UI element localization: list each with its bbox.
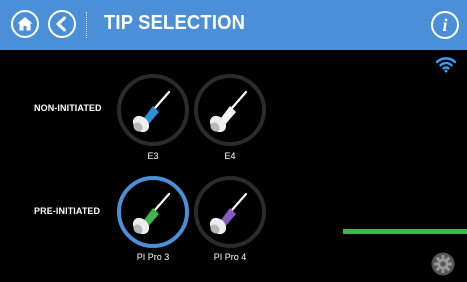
- tip-e4[interactable]: [194, 74, 266, 146]
- back-button[interactable]: [48, 10, 76, 38]
- row-label-pre-initiated: PRE-INITIATED: [34, 206, 101, 216]
- header-divider: [86, 12, 87, 38]
- tip-icon: [132, 90, 171, 133]
- tip-e3[interactable]: [117, 74, 189, 146]
- tip-label-e4: E4: [224, 151, 236, 161]
- tip-pi-pro-4[interactable]: [194, 176, 266, 248]
- tip-pi-pro-3[interactable]: [117, 176, 189, 248]
- tip-icon: [209, 90, 248, 133]
- tip-label-pi-pro-4: PI Pro 4: [213, 252, 247, 262]
- chevron-left-icon: [56, 16, 66, 32]
- gear-icon[interactable]: [431, 252, 455, 276]
- home-icon: [17, 17, 33, 31]
- row-label-non-initiated: NON-INITIATED: [34, 103, 102, 113]
- header-bar: TIP SELECTION i: [0, 0, 467, 50]
- tip-icon: [209, 192, 248, 235]
- wifi-icon: [435, 57, 457, 73]
- page-title: TIP SELECTION: [104, 12, 246, 34]
- info-icon: i: [442, 14, 448, 35]
- tip-icon: [132, 192, 171, 235]
- home-button[interactable]: [11, 10, 39, 38]
- info-button[interactable]: i: [431, 11, 459, 39]
- tip-label-pi-pro-3: PI Pro 3: [136, 252, 170, 262]
- status-indicator-bar: [343, 229, 467, 234]
- tip-label-e3: E3: [147, 151, 159, 161]
